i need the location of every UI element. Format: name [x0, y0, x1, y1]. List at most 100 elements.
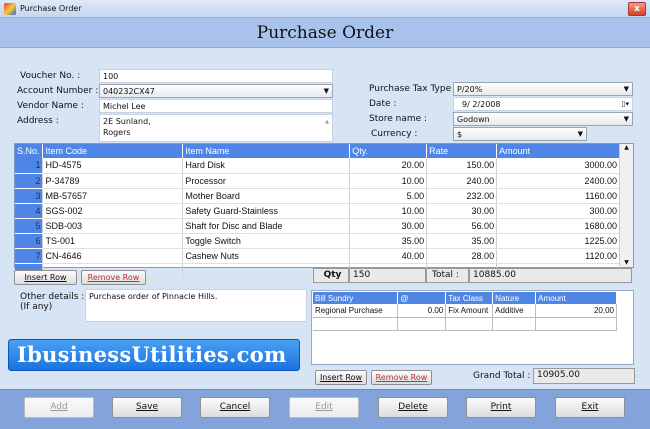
date-picker[interactable]: 9/ 2/2008 ▯▾	[453, 97, 633, 111]
table-cell[interactable]: 2400.00	[496, 173, 620, 189]
table-cell[interactable]: Processor	[182, 173, 351, 189]
other-details-value: Purchase order of Pinnacle Hills.	[89, 292, 218, 301]
store-label: Store name :	[369, 114, 428, 124]
add-button[interactable]: Add	[24, 397, 94, 418]
currency-select[interactable]: $ ▼	[453, 127, 587, 141]
table-cell[interactable]: 40.00	[349, 248, 428, 264]
remove-row-button[interactable]: Remove Row	[81, 270, 146, 285]
table-cell[interactable]: 0.00	[397, 304, 447, 318]
window-title: Purchase Order	[20, 4, 82, 13]
page-title: Purchase Order	[0, 18, 650, 48]
vendor-label: Vendor Name :	[17, 101, 84, 111]
table-cell[interactable]: 232.00	[426, 188, 498, 204]
table-row[interactable]: 2 P-34789 Processor 10.00 240.00 2400.00	[15, 173, 620, 189]
table-cell[interactable]: 240.00	[426, 173, 498, 189]
table-cell[interactable]: 150.00	[426, 158, 498, 174]
tax-type-select[interactable]: P/20% ▼	[453, 82, 633, 96]
table-cell[interactable]: TS-001	[42, 233, 184, 249]
tax-type-label: Purchase Tax Type	[369, 84, 452, 94]
sundry-insert-row-button[interactable]: Insert Row	[315, 370, 367, 385]
table-cell[interactable]: SGS-002	[42, 203, 184, 219]
table-cell[interactable]: 1120.00	[496, 248, 620, 264]
table-cell[interactable]: Hard Disk	[182, 158, 351, 174]
table-cell[interactable]: 10.00	[349, 203, 428, 219]
table-cell[interactable]: Shaft for Disc and Blade	[182, 218, 351, 234]
table-cell[interactable]: 5	[15, 218, 44, 234]
table-cell[interactable]: Cashew Nuts	[182, 248, 351, 264]
table-cell[interactable]: 1160.00	[496, 188, 620, 204]
table-cell[interactable]: Mother Board	[182, 188, 351, 204]
table-cell[interactable]: 30.00	[426, 203, 498, 219]
table-row[interactable]: 7 CN-4646 Cashew Nuts 40.00 28.00 1120.00	[15, 248, 620, 264]
table-cell[interactable]: 3	[15, 188, 44, 204]
table-row[interactable]: 3 MB-57657 Mother Board 5.00 232.00 1160.00	[15, 188, 620, 204]
account-value: 040232CX47	[103, 87, 155, 96]
scroll-down-icon[interactable]: ▼	[620, 259, 633, 266]
address-textarea[interactable]: 2E Sunland, Rogers ▲▼	[99, 114, 333, 142]
currency-value: $	[457, 130, 463, 139]
table-cell[interactable]: Toggle Switch	[182, 233, 351, 249]
table-cell[interactable]: 56.00	[426, 218, 498, 234]
table-cell[interactable]: 20.00	[349, 158, 428, 174]
table-cell[interactable]: 28.00	[426, 248, 498, 264]
items-scrollbar[interactable]: ▲ ▼	[619, 144, 633, 267]
table-cell[interactable]: MB-57657	[42, 188, 184, 204]
table-cell[interactable]: SDB-003	[42, 218, 184, 234]
scroll-up-icon[interactable]: ▲	[620, 144, 633, 151]
save-button[interactable]: Save	[112, 397, 182, 418]
account-select[interactable]: 040232CX47 ▼	[99, 84, 333, 98]
table-cell[interactable]: 4	[15, 203, 44, 219]
edit-button[interactable]: Edit	[289, 397, 359, 418]
table-row[interactable]: 6 TS-001 Toggle Switch 35.00 35.00 1225.00	[15, 233, 620, 249]
table-cell[interactable]: 1680.00	[496, 218, 620, 234]
table-cell[interactable]: Regional Purchase	[313, 304, 399, 318]
store-select[interactable]: Godown ▼	[453, 112, 633, 126]
table-cell[interactable]: 35.00	[426, 233, 498, 249]
items-grid[interactable]: S.No. Item Code Item Name Qty. Rate Amount 1H…	[14, 143, 634, 279]
table-cell[interactable]: Fix Amount	[445, 304, 494, 318]
close-button[interactable]: x	[628, 2, 646, 16]
table-cell[interactable]: 3000.00	[496, 158, 620, 174]
tax-type-value: P/20%	[457, 85, 483, 94]
table-cell[interactable]: P-34789	[42, 173, 184, 189]
other-details-textarea[interactable]: Purchase order of Pinnacle Hills.	[85, 289, 307, 322]
sundry-empty-row[interactable]	[313, 317, 617, 331]
exit-button[interactable]: Exit	[555, 397, 625, 418]
table-row[interactable]: 5 SDB-003 Shaft for Disc and Blade 30.00 56.…	[15, 218, 620, 234]
table-row[interactable]: 4 SGS-002 Safety Guard-Stainless 10.00 30.00…	[15, 203, 620, 219]
table-cell[interactable]: 30.00	[349, 218, 428, 234]
grand-total-label: Grand Total :	[473, 371, 531, 381]
insert-row-button[interactable]: Insert Row	[14, 270, 77, 285]
table-cell[interactable]: CN-4646	[42, 248, 184, 264]
column-header: Nature	[492, 292, 537, 304]
column-header: Item Code	[42, 144, 184, 158]
column-header: S.No.	[15, 144, 44, 158]
cancel-button[interactable]: Cancel	[200, 397, 270, 418]
print-button[interactable]: Print	[466, 397, 536, 418]
delete-button[interactable]: Delete	[378, 397, 448, 418]
column-header: Item Name	[182, 144, 351, 158]
table-row[interactable]: 1 HD-4575 Hard Disk 20.00 150.00 3000.00	[15, 158, 620, 174]
grand-total-value: 10905.00	[533, 368, 635, 384]
table-cell[interactable]: 6	[15, 233, 44, 249]
table-cell[interactable]: 20.00	[535, 304, 617, 318]
voucher-input[interactable]: 100	[99, 69, 333, 83]
table-cell[interactable]: Additive	[492, 304, 537, 318]
table-cell[interactable]: 7	[15, 248, 44, 264]
table-cell[interactable]: 10.00	[349, 173, 428, 189]
chevron-down-icon: ▼	[577, 130, 583, 138]
table-cell[interactable]: 5.00	[349, 188, 428, 204]
table-cell[interactable]: 2	[15, 173, 44, 189]
sundry-row[interactable]: Regional Purchase 0.00 Fix Amount Additive 2…	[313, 304, 617, 318]
table-cell[interactable]: HD-4575	[42, 158, 184, 174]
sundry-remove-row-button[interactable]: Remove Row	[371, 370, 432, 385]
table-cell[interactable]: 1225.00	[496, 233, 620, 249]
table-cell[interactable]: Safety Guard-Stainless	[182, 203, 351, 219]
table-cell[interactable]: 35.00	[349, 233, 428, 249]
vendor-input[interactable]: Michel Lee	[99, 99, 333, 113]
table-cell[interactable]: 1	[15, 158, 44, 174]
calendar-icon[interactable]: ▯▾	[622, 99, 629, 110]
store-value: Godown	[457, 115, 490, 124]
bill-sundry-grid[interactable]: Bill Sundry @ Tax Class Nature Amount Region…	[311, 290, 634, 365]
table-cell[interactable]: 300.00	[496, 203, 620, 219]
